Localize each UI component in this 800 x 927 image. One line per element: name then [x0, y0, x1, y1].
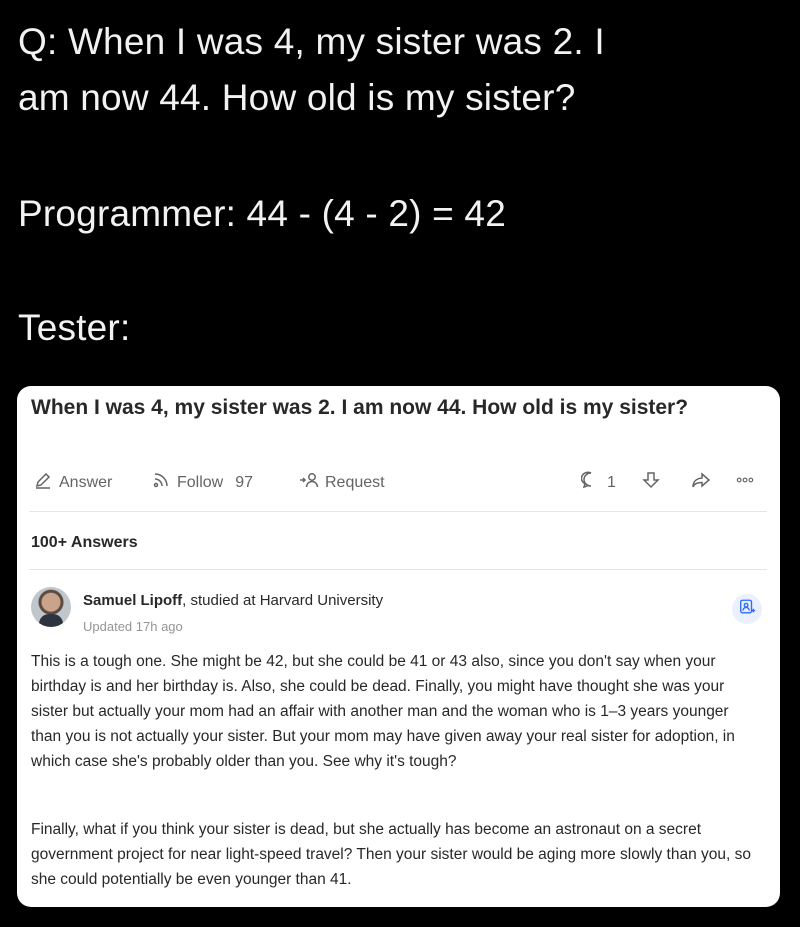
downvote-icon	[641, 470, 661, 495]
answer-label: Answer	[59, 473, 113, 491]
question-title[interactable]: When I was 4, my sister was 2. I am now …	[31, 392, 731, 424]
author-credential: , studied at Harvard University	[182, 592, 384, 609]
quora-question-card: When I was 4, my sister was 2. I am now …	[17, 386, 780, 907]
pencil-icon	[33, 470, 53, 495]
person-add-icon	[299, 470, 319, 495]
downvote-button[interactable]	[641, 470, 661, 495]
comment-button[interactable]: 1	[580, 470, 616, 495]
answer-paragraph-1: This is a tough one. She might be 42, bu…	[31, 653, 735, 770]
answers-count: 100+ Answers	[31, 534, 138, 551]
more-options-button[interactable]	[735, 470, 755, 495]
share-button[interactable]	[691, 470, 711, 495]
comment-count: 1	[607, 473, 616, 491]
updated-timestamp[interactable]: Updated 17h ago	[83, 619, 183, 634]
meme-programmer-line: Programmer: 44 - (4 - 2) = 42	[18, 193, 506, 234]
meme-question-line-1: Q: When I was 4, my sister was 2. I	[18, 21, 605, 62]
avatar[interactable]	[31, 587, 71, 627]
comment-icon	[580, 470, 601, 495]
follow-button[interactable]: Follow 97	[151, 470, 253, 495]
follow-count: 97	[235, 473, 254, 491]
request-button[interactable]: Request	[299, 470, 385, 495]
meme-question-line-2: am now 44. How old is my sister?	[18, 77, 576, 118]
follow-label: Follow	[177, 473, 224, 491]
divider	[29, 511, 767, 512]
author-name[interactable]: Samuel Lipoff	[83, 592, 182, 609]
meme-tester-line: Tester:	[18, 307, 131, 348]
more-icon	[735, 470, 755, 495]
divider	[29, 569, 767, 570]
author-line: Samuel Lipoff, studied at Harvard Univer…	[83, 592, 383, 609]
share-icon	[691, 470, 711, 495]
follow-feed-icon	[151, 470, 171, 495]
question-action-bar: Answer Follow 97 Request 1	[31, 470, 766, 494]
credential-badge-button[interactable]	[732, 594, 762, 624]
request-label: Request	[325, 473, 385, 491]
answer-paragraph-2: Finally, what if you think your sister i…	[31, 821, 751, 888]
id-badge-icon	[738, 598, 756, 621]
answer-button[interactable]: Answer	[33, 470, 112, 495]
